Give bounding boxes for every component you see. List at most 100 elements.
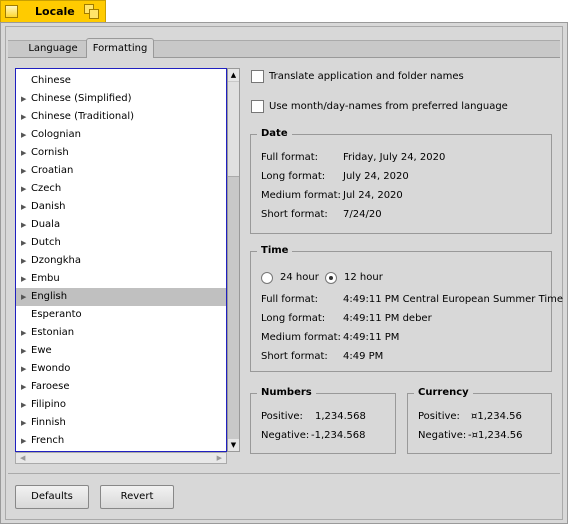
list-item-label: English xyxy=(31,291,68,302)
list-item[interactable]: ▶ Dutch xyxy=(16,234,226,252)
radio-12-hour[interactable] xyxy=(325,272,337,284)
list-item[interactable]: ▶ Filipino xyxy=(16,396,226,414)
expand-arrow-icon[interactable]: ▶ xyxy=(21,252,26,270)
time-format-label: Full format: xyxy=(261,294,319,305)
expand-arrow-icon[interactable]: ▶ xyxy=(21,396,26,414)
expand-arrow-icon[interactable]: ▶ xyxy=(21,360,26,378)
expand-arrow-icon[interactable]: ▶ xyxy=(21,162,26,180)
list-item[interactable]: ▶ Dzongkha xyxy=(16,252,226,270)
list-item[interactable]: ▶ Czech xyxy=(16,180,226,198)
radio-24-hour[interactable] xyxy=(261,272,273,284)
numbers-group: Numbers xyxy=(250,387,396,454)
scroll-right-icon[interactable]: ▶ xyxy=(217,453,222,463)
list-item[interactable]: ▶ Embu xyxy=(16,270,226,288)
date-format-label: Full format: xyxy=(261,152,319,163)
tab-formatting[interactable]: Formatting xyxy=(86,38,154,58)
zoom-icon[interactable] xyxy=(84,4,99,19)
list-item[interactable]: ▶ Ewe xyxy=(16,342,226,360)
scroll-down-icon[interactable]: ▼ xyxy=(228,439,239,451)
time-format-label: Medium format: xyxy=(261,332,341,343)
list-item-label: Dutch xyxy=(31,237,61,248)
horizontal-scrollbar[interactable]: ◀ ▶ xyxy=(15,452,227,464)
radio-12-hour-label: 12 hour xyxy=(344,272,383,283)
list-item-label: Danish xyxy=(31,201,66,212)
currency-title: Currency xyxy=(414,387,473,398)
close-icon[interactable] xyxy=(5,5,18,18)
list-item[interactable]: ▶ Chinese (Traditional) xyxy=(16,108,226,126)
time-format-label: Short format: xyxy=(261,351,328,362)
time-title: Time xyxy=(257,245,293,256)
window-tab[interactable]: Locale xyxy=(0,0,106,22)
list-item-label: Esperanto xyxy=(31,309,82,320)
list-item[interactable]: ▶ Danish xyxy=(16,198,226,216)
list-item-label: Chinese (Traditional) xyxy=(31,111,134,122)
expand-arrow-icon[interactable]: ▶ xyxy=(21,324,26,342)
list-item[interactable]: ▶ English xyxy=(16,288,226,306)
list-item-label: Faroese xyxy=(31,381,70,392)
date-title: Date xyxy=(257,128,292,139)
numbers-title: Numbers xyxy=(257,387,316,398)
vertical-scrollbar[interactable]: ▲ ▼ xyxy=(227,68,240,452)
scroll-up-icon[interactable]: ▲ xyxy=(228,69,239,81)
month-day-names-checkbox[interactable] xyxy=(251,100,264,113)
expand-arrow-icon[interactable]: ▶ xyxy=(21,414,26,432)
expand-arrow-icon[interactable]: ▶ xyxy=(21,432,26,450)
list-item[interactable]: Chinese xyxy=(16,72,226,90)
list-item[interactable]: ▶ Ewondo xyxy=(16,360,226,378)
list-item-label: Ewondo xyxy=(31,363,71,374)
defaults-button[interactable]: Defaults xyxy=(15,485,89,509)
expand-arrow-icon[interactable]: ▶ xyxy=(21,270,26,288)
list-item-label: Colognian xyxy=(31,129,81,140)
list-item[interactable]: ▶ Croatian xyxy=(16,162,226,180)
expand-arrow-icon[interactable]: ▶ xyxy=(21,144,26,162)
list-item[interactable]: ▶ Chinese (Simplified) xyxy=(16,90,226,108)
list-item[interactable]: Esperanto xyxy=(16,306,226,324)
numbers-positive-label: Positive: xyxy=(261,411,303,422)
tab-language[interactable]: Language xyxy=(18,41,88,58)
scroll-thumb[interactable] xyxy=(228,82,239,177)
expand-arrow-icon[interactable]: ▶ xyxy=(21,216,26,234)
list-item-label: Dzongkha xyxy=(31,255,82,266)
list-item-label: Czech xyxy=(31,183,62,194)
list-item[interactable]: ▶ Cornish xyxy=(16,144,226,162)
date-format-label: Short format: xyxy=(261,209,328,220)
numbers-positive-value: 1,234.568 xyxy=(315,411,366,422)
expand-arrow-icon[interactable]: ▶ xyxy=(21,342,26,360)
list-item[interactable]: ▶ Colognian xyxy=(16,126,226,144)
list-item-label: Filipino xyxy=(31,399,66,410)
revert-button[interactable]: Revert xyxy=(100,485,174,509)
month-day-names-label: Use month/day-names from preferred langu… xyxy=(269,101,508,112)
scroll-left-icon[interactable]: ◀ xyxy=(20,453,25,463)
currency-negative-value: -¤1,234.56 xyxy=(468,430,523,441)
list-item-label: Duala xyxy=(31,219,61,230)
list-item[interactable]: ▶ French xyxy=(16,432,226,450)
list-item[interactable]: ▶ Faroese xyxy=(16,378,226,396)
expand-arrow-icon[interactable]: ▶ xyxy=(21,234,26,252)
time-format-value: 4:49 PM xyxy=(343,351,384,362)
list-item[interactable]: ▶ Estonian xyxy=(16,324,226,342)
list-item[interactable]: ▶ Duala xyxy=(16,216,226,234)
date-format-label: Long format: xyxy=(261,171,326,182)
expand-arrow-icon[interactable]: ▶ xyxy=(21,108,26,126)
list-item[interactable]: ▶ Finnish xyxy=(16,414,226,432)
date-format-value: Friday, July 24, 2020 xyxy=(343,152,446,163)
list-item-label: Embu xyxy=(31,273,60,284)
time-format-value: 4:49:11 PM xyxy=(343,332,400,343)
expand-arrow-icon[interactable]: ▶ xyxy=(21,378,26,396)
date-format-value: 7/24/20 xyxy=(343,209,382,220)
expand-arrow-icon[interactable]: ▶ xyxy=(21,126,26,144)
expand-arrow-icon[interactable]: ▶ xyxy=(21,288,26,306)
list-item-label: Ewe xyxy=(31,345,52,356)
expand-arrow-icon[interactable]: ▶ xyxy=(21,90,26,108)
tab-bar: Language Formatting xyxy=(8,38,560,58)
divider xyxy=(8,473,560,474)
list-item-label: Cornish xyxy=(31,147,69,158)
expand-arrow-icon[interactable]: ▶ xyxy=(21,198,26,216)
date-format-value: July 24, 2020 xyxy=(343,171,409,182)
time-format-value: 4:49:11 PM deber xyxy=(343,313,432,324)
translate-names-checkbox[interactable] xyxy=(251,70,264,83)
language-list[interactable]: Chinese ▶ Chinese (Simplified) ▶ Chinese (Tr… xyxy=(15,68,227,452)
numbers-negative-value: -1,234.568 xyxy=(311,430,366,441)
expand-arrow-icon[interactable]: ▶ xyxy=(21,180,26,198)
list-item-label: Finnish xyxy=(31,417,66,428)
